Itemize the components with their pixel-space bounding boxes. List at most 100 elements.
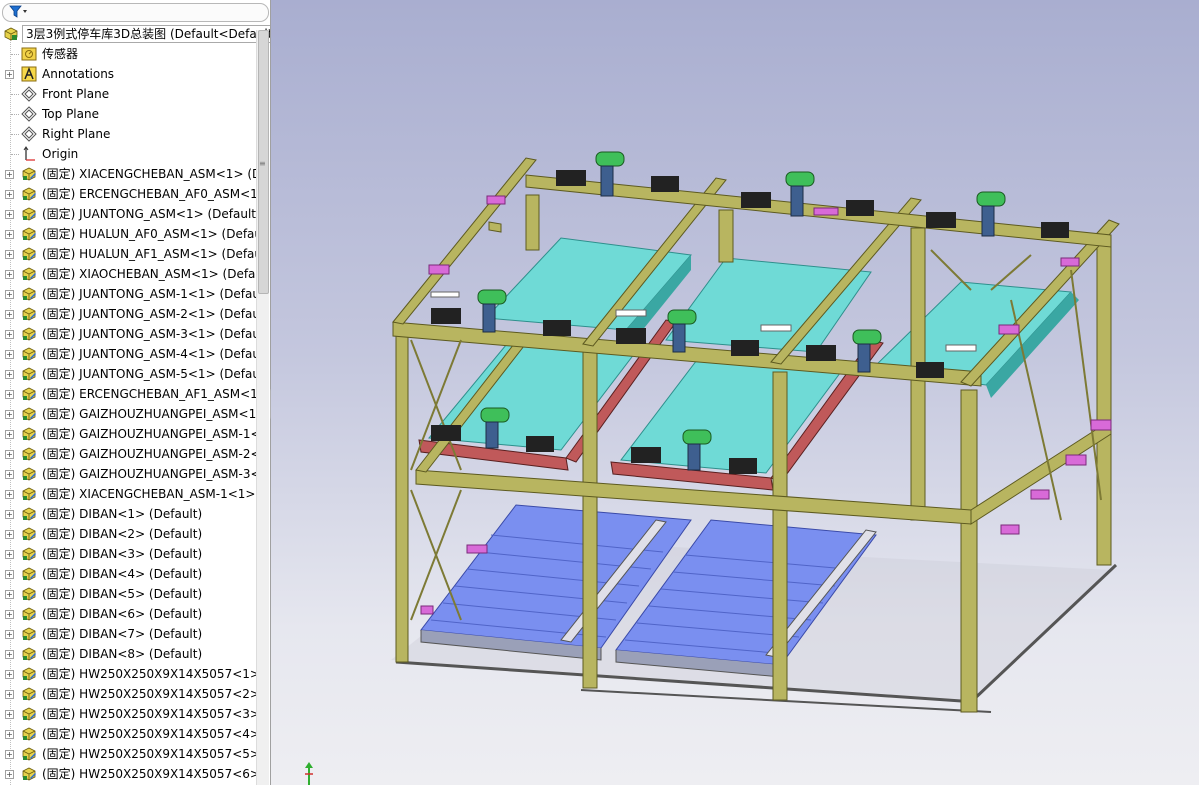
tree-item-label: (固定) JUANTONG_ASM<1> (Default) (42, 207, 261, 221)
tree-item-label: (固定) HW250X250X9X14X5057<1> ( (42, 667, 269, 681)
expand-toggle-icon[interactable]: + (5, 450, 14, 459)
tree-item-label: (固定) HW250X250X9X14X5057<5> ( (42, 747, 269, 761)
expand-toggle-icon[interactable]: + (5, 350, 14, 359)
expand-toggle-icon[interactable]: + (5, 570, 14, 579)
tree-filter-bar[interactable] (2, 3, 269, 22)
subassembly-icon (22, 207, 36, 221)
expand-toggle-icon[interactable]: + (5, 290, 14, 299)
tree-item-label: (固定) JUANTONG_ASM-2<1> (Defau (42, 307, 260, 321)
tree-item-label: (固定) JUANTONG_ASM-4<1> (Defau (42, 347, 260, 361)
tree-item-label: (固定) GAIZHOUZHUANGPEI_ASM-2< (42, 447, 261, 461)
tree-item-label: (固定) GAIZHOUZHUANGPEI_ASM<1> (42, 407, 267, 421)
expand-toggle-icon[interactable]: + (5, 430, 14, 439)
subassembly-icon (22, 167, 36, 181)
assembly-icon (4, 27, 18, 41)
origin-icon (23, 146, 35, 161)
view-triad-icon (305, 762, 313, 785)
expand-toggle-icon[interactable]: + (5, 390, 14, 399)
plane-icon (21, 86, 37, 102)
plane-icon (21, 126, 37, 142)
tree-item-label: Top Plane (42, 107, 99, 121)
subassembly-icon (22, 687, 36, 701)
tree-item-label: (固定) HW250X250X9X14X5057<6> ( (42, 767, 269, 781)
subassembly-icon (22, 647, 36, 661)
subassembly-icon (22, 467, 36, 481)
expand-toggle-icon[interactable]: + (5, 750, 14, 759)
subassembly-icon (22, 727, 36, 741)
subassembly-icon (22, 607, 36, 621)
tree-item-label: Annotations (42, 67, 115, 81)
expand-toggle-icon[interactable]: + (5, 730, 14, 739)
expand-toggle-icon[interactable]: + (5, 310, 14, 319)
tree-connector (11, 114, 19, 115)
subassembly-icon (22, 267, 36, 281)
expand-toggle-icon[interactable]: + (5, 490, 14, 499)
expand-toggle-icon[interactable]: + (5, 250, 14, 259)
tree-item-label: (固定) DIBAN<1> (Default) (42, 507, 203, 521)
subassembly-icon (22, 527, 36, 541)
expand-toggle-icon[interactable]: + (5, 70, 14, 79)
tree-item-label: (固定) DIBAN<7> (Default) (42, 627, 203, 641)
expand-toggle-icon[interactable]: + (5, 270, 14, 279)
tree-item-label: (固定) XIACENGCHEBAN_ASM<1> (D (42, 167, 262, 181)
tree-item-label: (固定) HW250X250X9X14X5057<2> ( (42, 687, 269, 701)
tree-item-label: (固定) HUALUN_AF1_ASM<1> (Defau (42, 247, 263, 261)
expand-toggle-icon[interactable]: + (5, 630, 14, 639)
tree-scrollbar[interactable] (256, 30, 269, 785)
subassembly-icon (22, 287, 36, 301)
subassembly-icon (22, 187, 36, 201)
tree-item-label: (固定) DIBAN<3> (Default) (42, 547, 203, 561)
tree-item-label: Origin (42, 147, 79, 161)
expand-toggle-icon[interactable]: + (5, 210, 14, 219)
subassembly-icon (22, 447, 36, 461)
tree-item-label: (固定) GAIZHOUZHUANGPEI_ASM-1< (42, 427, 261, 441)
expand-toggle-icon[interactable]: + (5, 410, 14, 419)
subassembly-icon (22, 547, 36, 561)
expand-toggle-icon[interactable]: + (5, 530, 14, 539)
filter-icon[interactable] (9, 5, 29, 19)
subassembly-icon (22, 707, 36, 721)
tree-item-label: (固定) DIBAN<4> (Default) (42, 567, 203, 581)
expand-toggle-icon[interactable]: + (5, 510, 14, 519)
subassembly-icon (22, 487, 36, 501)
tree-item-label: (固定) DIBAN<6> (Default) (42, 607, 203, 621)
expand-toggle-icon[interactable]: + (5, 190, 14, 199)
tree-item-label: (固定) XIAOCHEBAN_ASM<1> (Defau (42, 267, 264, 281)
garage-3d-model[interactable] (271, 0, 1199, 785)
tree-item-label: (固定) GAIZHOUZHUANGPEI_ASM-3< (42, 467, 261, 481)
tree-connector (11, 154, 19, 155)
expand-toggle-icon[interactable]: + (5, 650, 14, 659)
expand-toggle-icon[interactable]: + (5, 370, 14, 379)
subassembly-icon (22, 387, 36, 401)
expand-toggle-icon[interactable]: + (5, 710, 14, 719)
expand-toggle-icon[interactable]: + (5, 670, 14, 679)
subassembly-icon (22, 407, 36, 421)
tree-connector (11, 54, 19, 55)
tree-item-label: Right Plane (42, 127, 111, 141)
subassembly-icon (22, 587, 36, 601)
tree-item-label: (固定) XIACENGCHEBAN_ASM-1<1> (42, 487, 256, 501)
expand-toggle-icon[interactable]: + (5, 610, 14, 619)
expand-toggle-icon[interactable]: + (5, 550, 14, 559)
tree-item-label: 传感器 (42, 47, 79, 61)
subassembly-icon (22, 627, 36, 641)
expand-toggle-icon[interactable]: + (5, 690, 14, 699)
sensor-folder-icon (21, 47, 37, 61)
subassembly-icon (22, 667, 36, 681)
expand-toggle-icon[interactable]: + (5, 590, 14, 599)
graphics-viewport[interactable] (271, 0, 1199, 785)
tree-connector (11, 134, 19, 135)
expand-toggle-icon[interactable]: + (5, 470, 14, 479)
tree-item-label: (固定) DIBAN<2> (Default) (42, 527, 203, 541)
splitter-grip-icon[interactable]: ≡ (259, 160, 266, 172)
plane-icon (21, 106, 37, 122)
subassembly-icon (22, 327, 36, 341)
expand-toggle-icon[interactable]: + (5, 330, 14, 339)
expand-toggle-icon[interactable]: + (5, 770, 14, 779)
tree-item-label: (固定) HUALUN_AF0_ASM<1> (Defau (42, 227, 263, 241)
expand-toggle-icon[interactable]: + (5, 170, 14, 179)
tree-item-label: (固定) ERCENGCHEBAN_AF1_ASM<1> (42, 387, 268, 401)
expand-toggle-icon[interactable]: + (5, 230, 14, 239)
tree-item-label: (固定) DIBAN<5> (Default) (42, 587, 203, 601)
annotations-icon (21, 66, 37, 82)
